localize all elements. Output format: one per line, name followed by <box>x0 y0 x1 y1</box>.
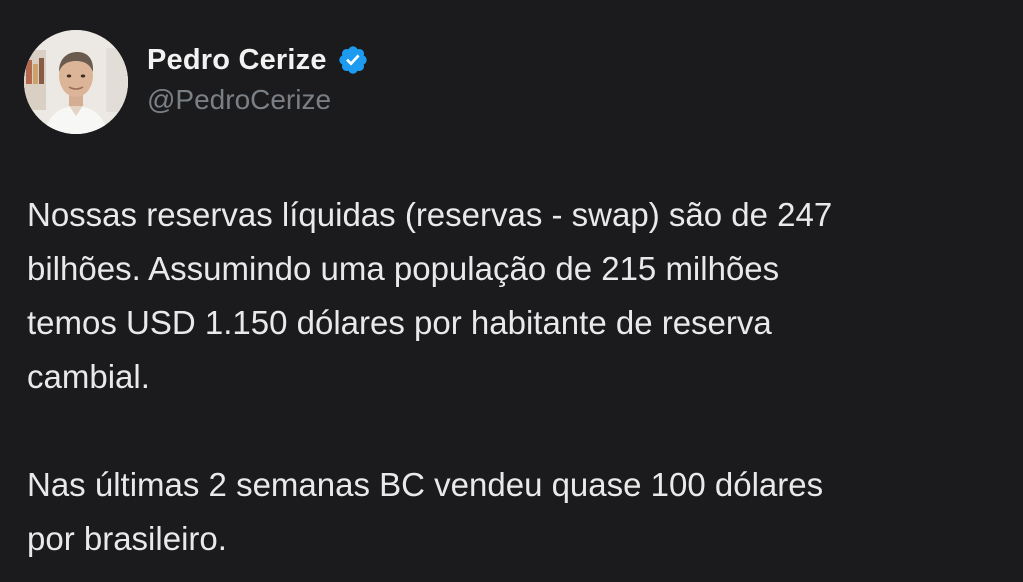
tweet-card: Pedro Cerize @PedroCerize Nossas reserva… <box>0 0 1023 582</box>
author-display-name[interactable]: Pedro Cerize <box>147 44 327 77</box>
avatar-photo <box>24 30 128 134</box>
tweet-paragraph: Nas últimas 2 semanas BC vendeu quase 10… <box>27 466 824 557</box>
tweet-text: Nossas reservas líquidas (reservas - swa… <box>27 188 1002 566</box>
author-handle[interactable]: @PedroCerize <box>147 84 331 116</box>
author-name-row: Pedro Cerize <box>147 40 369 80</box>
verified-badge-icon <box>337 44 369 76</box>
avatar[interactable] <box>24 30 128 134</box>
tweet-paragraph: Nossas reservas líquidas (reservas - swa… <box>27 196 833 395</box>
